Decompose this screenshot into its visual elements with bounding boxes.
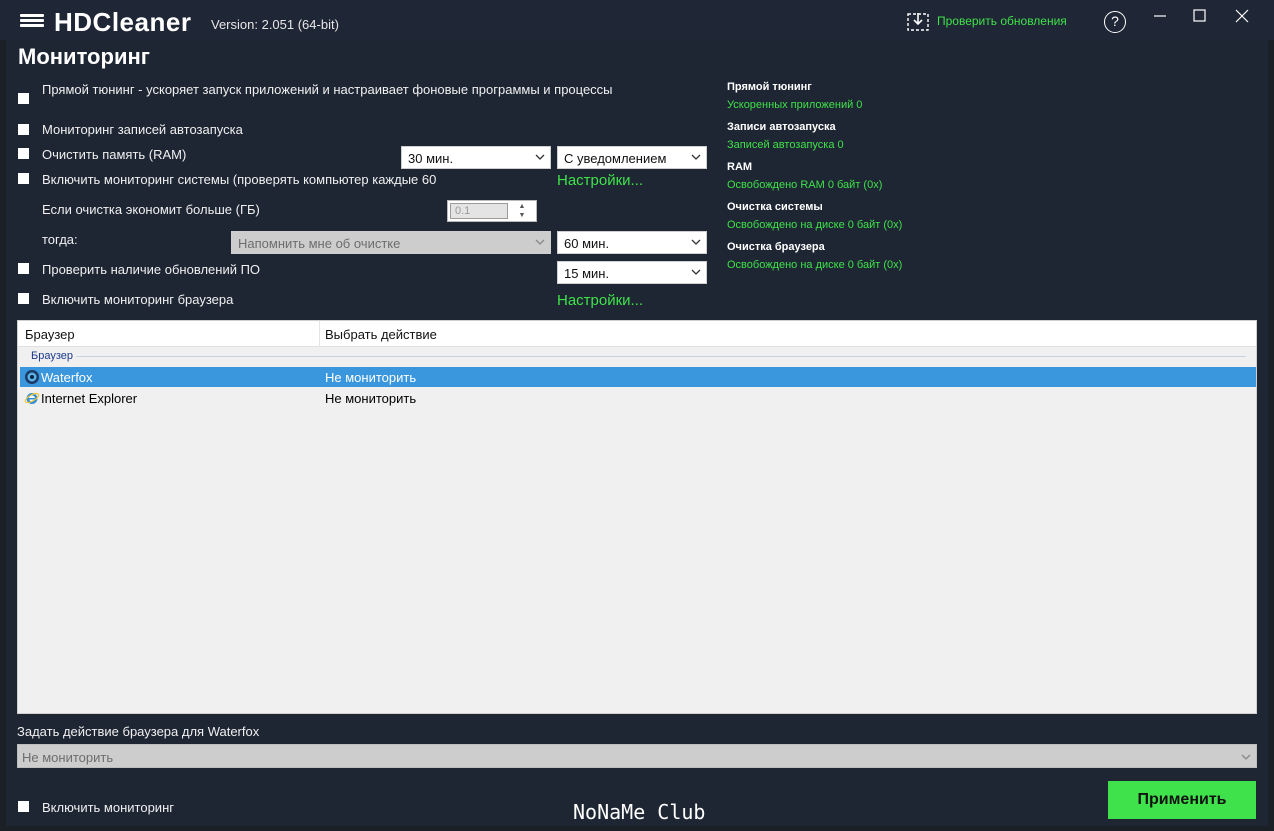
browser-settings-link[interactable]: Настройки... [557,292,643,309]
waterfox-icon [25,370,39,384]
minimize-icon[interactable] [1148,6,1172,26]
stat-autostart-value: Записей автозапуска 0 [727,139,844,151]
clear-ram-label: Очистить память (RAM) [42,147,187,162]
stat-browser-value: Освобождено на диске 0 байт (0x) [727,259,903,271]
internet-explorer-icon [24,392,40,404]
stat-autostart-title: Записи автозапуска [727,121,836,133]
ram-notify-select[interactable]: С уведомлением [557,146,707,169]
spin-up-icon[interactable]: ▲ [510,202,534,211]
browser-action: Не мониторить [325,391,417,406]
then-action-value: Напомнить мне об очистке [238,236,401,251]
title-bar: HDCleaner Version: 2.051 (64-bit) Провер… [0,0,1274,40]
stat-tuning-title: Прямой тюнинг [727,81,812,93]
system-interval-select[interactable]: 60 мин. [557,231,707,254]
chevron-down-icon [535,239,545,245]
maximize-icon[interactable] [1188,6,1212,26]
then-action-select[interactable]: Напомнить мне об очистке [231,231,551,254]
browser-monitor-label: Включить мониторинг браузера [42,292,234,307]
threshold-spinner[interactable]: 0.1 ▲ ▼ [447,200,537,222]
system-monitor-checkbox[interactable] [18,173,29,184]
then-label: тогда: [42,232,78,247]
threshold-input[interactable]: 0.1 [450,203,508,219]
chevron-down-icon [691,154,701,160]
chevron-down-icon [535,154,545,160]
browser-name: Waterfox [41,370,93,385]
ram-interval-select[interactable]: 30 мин. [401,146,551,169]
threshold-label: Если очистка экономит больше (ГБ) [42,202,260,217]
stat-system-value: Освобождено на диске 0 байт (0x) [727,219,903,231]
column-header-browser[interactable]: Браузер [25,327,75,342]
table-header: Браузер Выбрать действие [18,321,1256,347]
enable-monitoring-label: Включить мониторинг [42,800,174,815]
ram-interval-value: 30 мин. [408,151,454,166]
spin-down-icon[interactable]: ▼ [510,211,534,220]
check-updates-label: Проверить наличие обновлений ПО [42,262,261,277]
browser-action-select[interactable]: Не мониторить [17,744,1257,768]
app-name: HDCleaner [54,7,192,37]
autostart-checkbox[interactable] [18,124,29,135]
download-update-icon[interactable] [906,11,932,33]
close-icon[interactable] [1230,6,1254,26]
stat-system-title: Очистка системы [727,201,823,213]
column-header-action[interactable]: Выбрать действие [325,327,437,342]
stat-ram-value: Освобождено RAM 0 байт (0x) [727,179,883,191]
check-updates-link[interactable]: Проверить обновления [937,14,1067,28]
browser-action-value: Не мониторить [22,750,114,765]
clear-ram-checkbox[interactable] [18,148,29,159]
table-row[interactable]: Waterfox Не мониторить [20,367,1256,387]
system-settings-link[interactable]: Настройки... [557,172,643,189]
chevron-down-icon [691,269,701,275]
system-monitor-label: Включить мониторинг системы (проверять к… [42,172,437,187]
stat-tuning-value: Ускоренных приложений 0 [727,99,863,111]
ram-notify-value: С уведомлением [564,151,667,166]
group-label: Браузер [31,350,73,362]
stat-ram-title: RAM [727,161,753,173]
browser-name: Internet Explorer [41,391,138,406]
update-interval-select[interactable]: 15 мин. [557,261,707,284]
system-interval-value: 60 мин. [564,236,610,251]
page-title: Мониторинг [18,44,150,69]
chevron-down-icon [1241,754,1251,760]
direct-tuning-label: Прямой тюнинг - ускоряет запуск приложен… [42,82,613,97]
check-updates-checkbox[interactable] [18,263,29,274]
browser-action-label: Задать действие браузера для Waterfox [17,724,260,739]
browser-monitor-checkbox[interactable] [18,293,29,304]
column-divider[interactable] [319,321,320,347]
chevron-down-icon [691,239,701,245]
app-version: Version: 2.051 (64-bit) [211,17,339,32]
enable-monitoring-checkbox[interactable] [18,801,29,812]
table-row[interactable]: Internet Explorer Не мониторить [20,388,1256,408]
browser-action: Не мониторить [325,370,417,385]
browser-table[interactable]: Браузер Выбрать действие Браузер Waterfo… [17,320,1257,714]
menu-icon[interactable] [20,14,44,28]
autostart-label: Мониторинг записей автозапуска [42,122,243,137]
app-window: HDCleaner Version: 2.051 (64-bit) Провер… [0,0,1274,831]
group-divider [76,356,1246,357]
apply-button[interactable]: Применить [1108,781,1256,819]
stat-browser-title: Очистка браузера [727,241,825,253]
watermark: NoNaMe Club [573,800,706,824]
help-button[interactable]: ? [1104,11,1126,33]
direct-tuning-checkbox[interactable] [18,93,29,104]
update-interval-value: 15 мин. [564,266,610,281]
